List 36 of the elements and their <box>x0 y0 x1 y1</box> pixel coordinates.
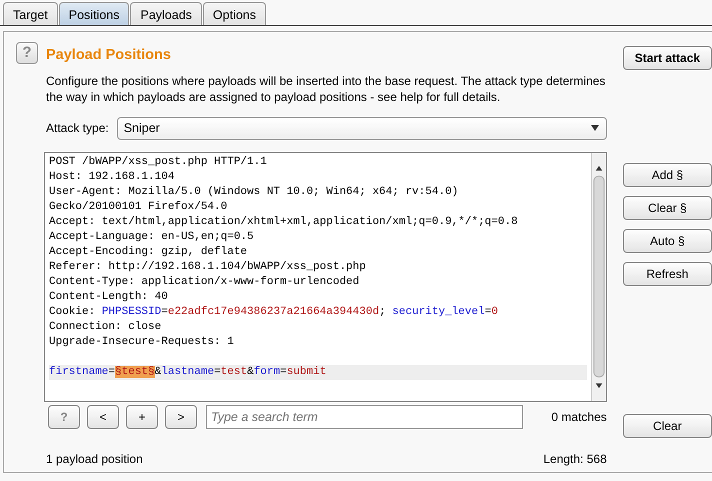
section-title: Payload Positions <box>46 46 172 65</box>
request-editor[interactable] <box>44 152 607 402</box>
tab[interactable]: Options <box>202 2 266 25</box>
position-button[interactable]: Auto § <box>622 229 712 253</box>
tab[interactable]: Positions <box>58 2 130 25</box>
request-line: Accept: text/html,application/xhtml+xml,application/xml;q=0.9,*/*;q=0.8 <box>49 214 519 230</box>
add-button[interactable]: + <box>126 404 158 429</box>
match-count: 0 matches <box>551 408 607 426</box>
request-line: Accept-Language: en-US,en;q=0.5 <box>49 230 255 245</box>
request-line: POST /bWAPP/xss_post.php HTTP/1.1 <box>49 154 268 170</box>
attack-type-label: Attack type: <box>46 120 109 138</box>
request-line: Referer: http://192.168.1.104/bWAPP/xss_post.php <box>49 260 367 275</box>
request-length: Length: 568 <box>543 450 607 468</box>
previous-button[interactable]: < <box>87 404 119 429</box>
position-button[interactable]: Refresh <box>622 262 712 286</box>
request-line: Gecko/20100101 Firefox/54.0 <box>49 200 228 215</box>
tab[interactable]: Payloads <box>130 2 202 25</box>
request-line: Accept-Encoding: gzip, deflate <box>49 244 248 260</box>
request-line: Content-Type: application/x-www-form-urlencoded <box>49 274 360 290</box>
scrollbar[interactable] <box>590 152 606 401</box>
request-line: Content-Length: 40 <box>49 290 169 305</box>
request-line: Host: 192.168.1.104 <box>49 170 176 185</box>
request-line: Cookie: PHPSESSID=e22adfc17e94386237a21664a394430d; security_level=0 <box>49 304 499 320</box>
request-line: Connection: close <box>49 320 162 335</box>
attack-type-dropdown[interactable]: Sniper <box>116 116 607 140</box>
section-description: Configure the positions where payloads will be inserted into the base request. The attack type determines the way in which payloads are assigned to payload positions - see help for full details. <box>46 72 606 105</box>
start-attack-button[interactable]: Start attack <box>622 46 712 70</box>
search-field[interactable]: Type a search term <box>206 404 523 429</box>
next-button[interactable]: > <box>165 404 197 429</box>
request-line: Upgrade-Insecure-Requests: 1 <box>49 334 235 350</box>
position-button[interactable]: Clear § <box>622 196 712 220</box>
tab[interactable]: Target <box>3 2 58 25</box>
request-line: User-Agent: Mozilla/5.0 (Windows NT 10.0; Win64; x64; rv:54.0) <box>49 184 460 200</box>
position-button[interactable]: Add § <box>622 163 712 187</box>
clear-button[interactable]: Clear <box>622 414 712 438</box>
payload-position-count: 1 payload position <box>46 450 143 468</box>
